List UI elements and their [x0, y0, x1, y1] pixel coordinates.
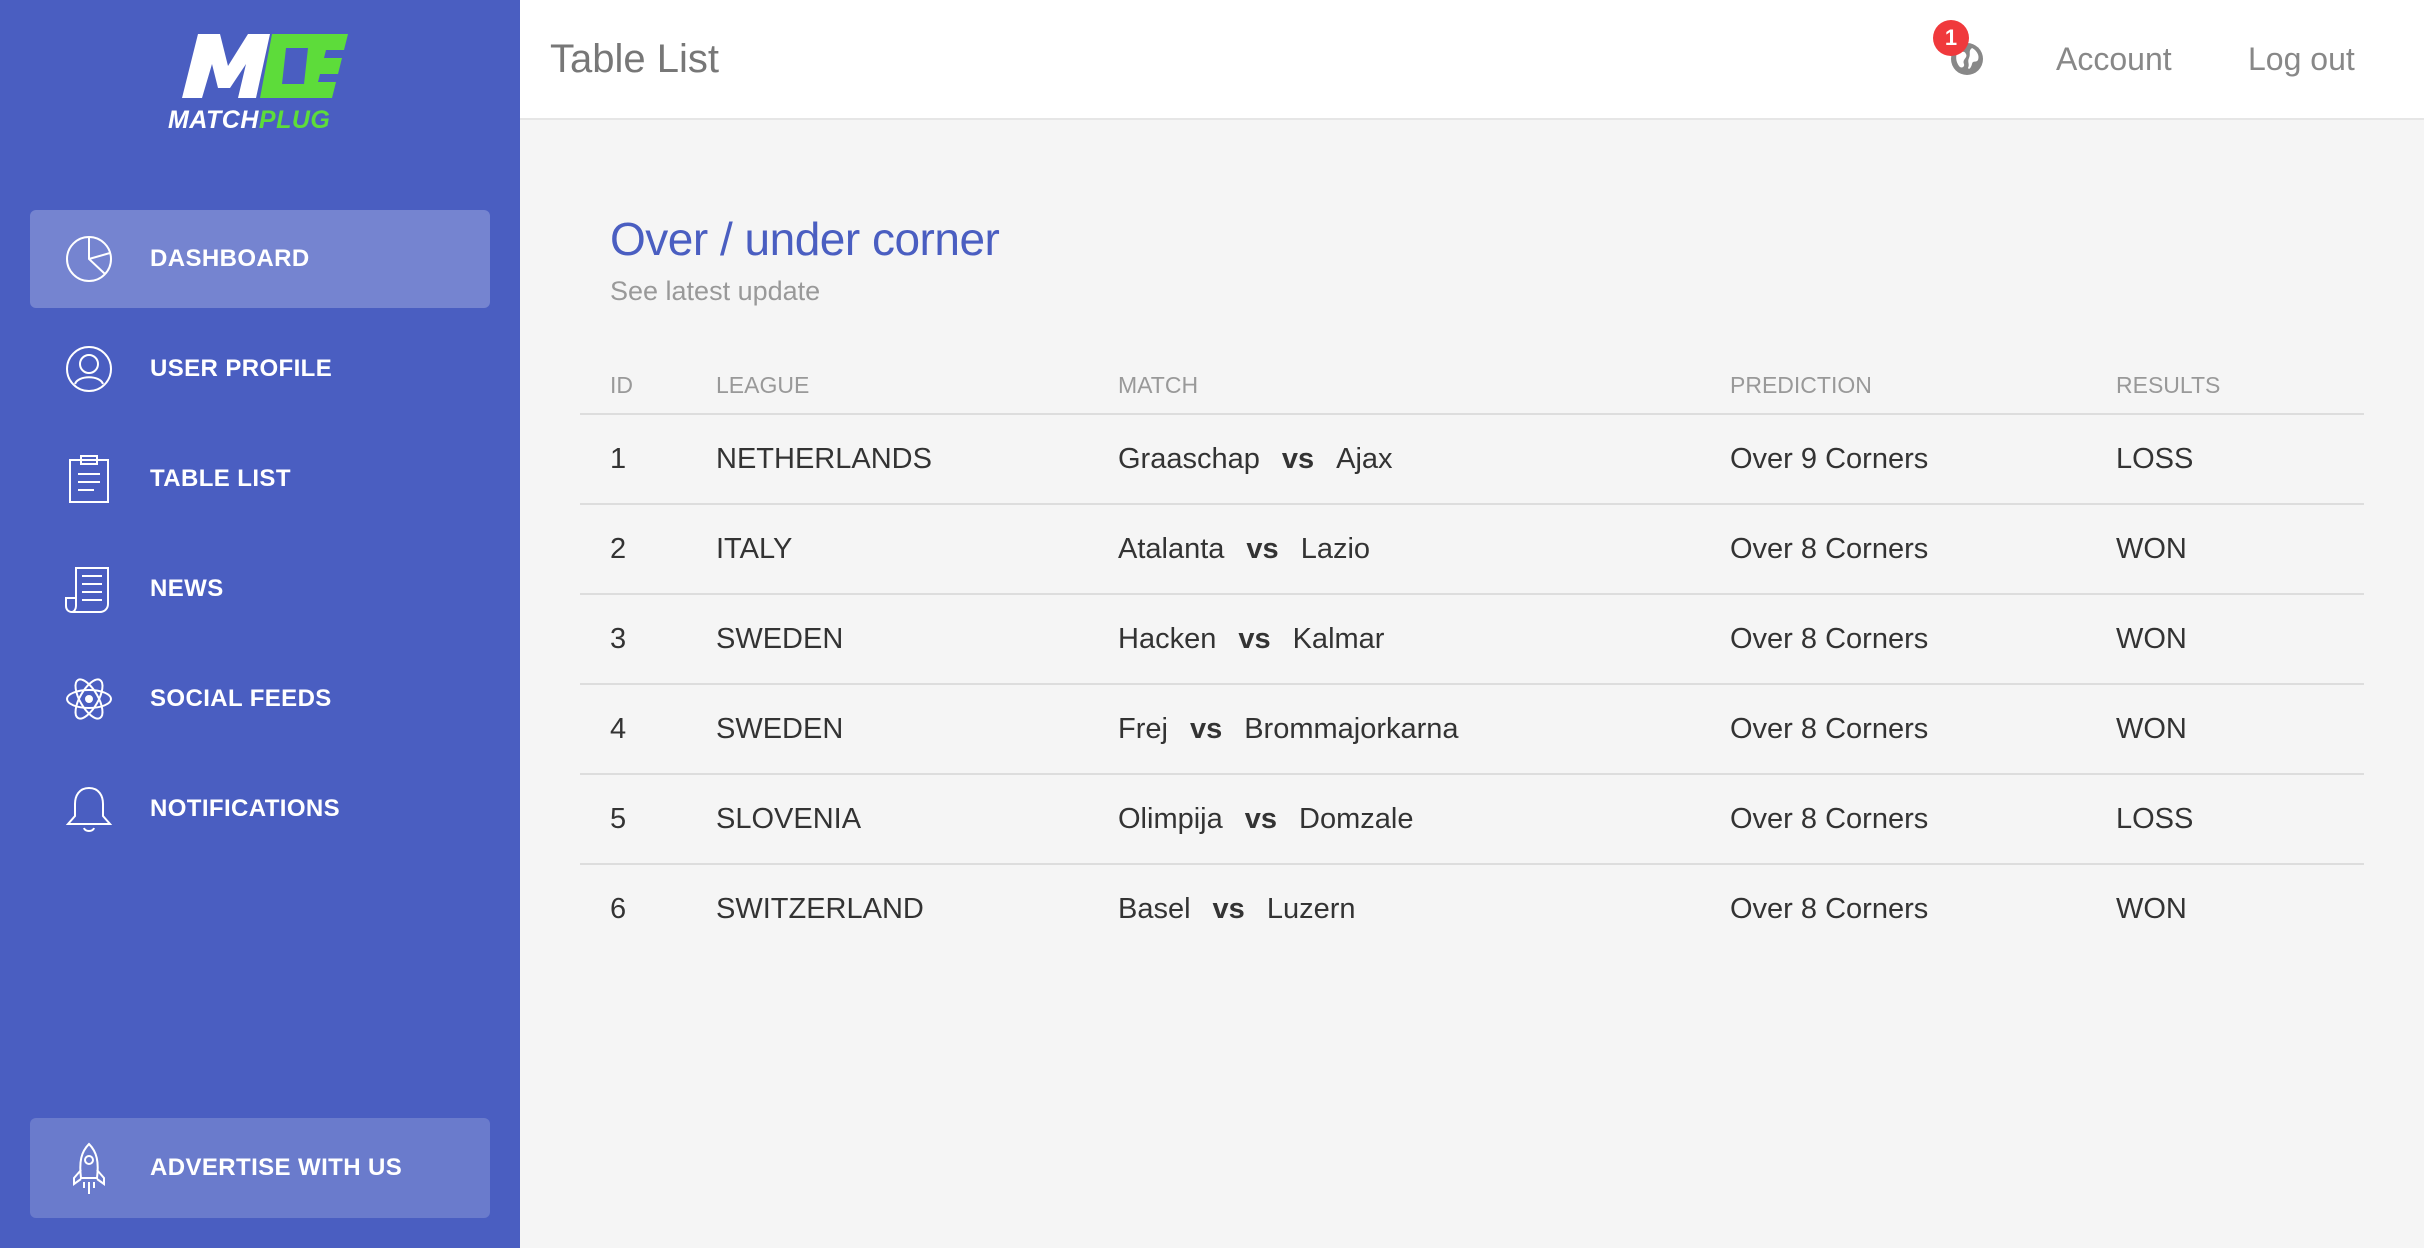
column-header-prediction: PREDICTION [1700, 358, 2086, 415]
table-row: 5 SLOVENIA Olimpija vs Domzale Over 8 Corn… [580, 774, 2364, 865]
cell-league: NETHERLANDS [686, 414, 1088, 505]
sidebar-item-label: DASHBOARD [150, 245, 310, 272]
cell-id: 1 [580, 414, 686, 505]
newspaper-icon [65, 567, 109, 613]
table-row: 1 NETHERLANDS Graaschap vs Ajax Over 9 Cor… [580, 414, 2364, 505]
notification-badge: 1 [1933, 20, 1969, 56]
cell-match: Hacken vs Kalmar [1088, 594, 1700, 685]
card-subtitle: See latest update [610, 276, 821, 306]
card-title: Over / under corner [610, 213, 1000, 265]
home-team: Hacken [1118, 622, 1217, 655]
away-team: Lazio [1300, 532, 1371, 565]
sidebar-item-label: TABLE LIST [150, 465, 291, 492]
column-header-match: MATCH [1088, 358, 1700, 415]
logout-link[interactable]: Log out [2248, 0, 2355, 118]
matchplug-logo[interactable]: MATCHPLUG [168, 26, 352, 136]
sidebar-item-label: NEWS [150, 575, 224, 602]
cell-result: LOSS [2086, 774, 2364, 865]
cell-prediction: Over 9 Corners [1700, 414, 2086, 505]
vs-label: vs [1281, 442, 1315, 475]
sidebar-item-notifications[interactable]: NOTIFICATIONS [30, 760, 490, 858]
column-header-id: ID [580, 358, 686, 415]
column-header-results: RESULTS [2086, 358, 2364, 415]
bell-icon [65, 786, 113, 832]
sidebar-item-table-list[interactable]: TABLE LIST [30, 430, 490, 528]
sidebar-item-user-profile[interactable]: USER PROFILE [30, 320, 490, 418]
rocket-icon [73, 1142, 105, 1194]
vs-label: vs [1189, 712, 1223, 745]
home-team: Atalanta [1118, 532, 1225, 565]
home-team: Basel [1118, 893, 1191, 925]
table-row: 3 SWEDEN Hacken vs Kalmar Over 8 Corners W… [580, 594, 2364, 685]
page-title: Table List [550, 37, 719, 81]
sidebar: MATCHPLUG DASHBOARD USER PROFILE TABLE L… [0, 0, 520, 1248]
away-team: Ajax [1336, 442, 1393, 475]
cell-prediction: Over 8 Corners [1700, 594, 2086, 685]
cell-match: Basel vs Luzern [1088, 864, 1700, 954]
table-row: 2 ITALY Atalanta vs Lazio Over 8 Corners W… [580, 504, 2364, 595]
cell-prediction: Over 8 Corners [1700, 684, 2086, 775]
top-navbar: Table List 1 Account Log out [520, 0, 2424, 120]
home-team: Frej [1118, 712, 1168, 745]
home-team: Graaschap [1118, 442, 1260, 475]
cell-prediction: Over 8 Corners [1700, 774, 2086, 865]
cell-league: ITALY [686, 504, 1088, 595]
pie-chart-icon [66, 236, 112, 282]
cell-id: 2 [580, 504, 686, 595]
cell-league: SLOVENIA [686, 774, 1088, 865]
column-header-league: LEAGUE [686, 358, 1088, 415]
away-team: Luzern [1266, 893, 1356, 925]
logo-word-plug: PLUG [258, 106, 331, 134]
advertise-button[interactable]: ADVERTISE WITH US [30, 1118, 490, 1218]
cell-id: 4 [580, 684, 686, 775]
cell-result: WON [2116, 893, 2187, 925]
logo-wordmark: MATCHPLUG [168, 106, 352, 135]
vs-label: vs [1212, 893, 1245, 925]
user-icon [66, 346, 112, 392]
account-link[interactable]: Account [2056, 0, 2172, 118]
advertise-label: ADVERTISE WITH US [150, 1154, 403, 1181]
away-team: Brommajorkarna [1244, 712, 1459, 745]
table-row: 4 SWEDEN Frej vs Brommajorkarna Over 8 Cor… [580, 684, 2364, 775]
away-team: Kalmar [1292, 622, 1385, 655]
table-row: 6 SWITZERLAND Basel vs Luzern Over 8 Corne… [580, 864, 2364, 954]
sidebar-item-news[interactable]: NEWS [30, 540, 490, 638]
logo-mark-icon [182, 34, 348, 98]
sidebar-item-dashboard[interactable]: DASHBOARD [30, 210, 490, 308]
cell-league: SWEDEN [686, 684, 1088, 775]
cell-match: Atalanta vs Lazio [1088, 504, 1700, 595]
atom-icon [66, 678, 112, 720]
cell-match: Graaschap vs Ajax [1088, 414, 1700, 505]
cell-result: LOSS [2086, 414, 2364, 505]
cell-id: 6 [610, 893, 627, 925]
sidebar-item-social-feeds[interactable]: SOCIAL FEEDS [30, 650, 490, 748]
cell-result: WON [2086, 594, 2364, 685]
cell-id: 3 [580, 594, 686, 685]
cell-result: WON [2086, 504, 2364, 595]
cell-match: Frej vs Brommajorkarna [1088, 684, 1700, 775]
cell-prediction: Over 8 Corners [1730, 893, 1929, 925]
cell-id: 5 [580, 774, 686, 865]
sidebar-item-label: NOTIFICATIONS [150, 795, 341, 822]
sidebar-item-label: SOCIAL FEEDS [150, 685, 332, 712]
logo-word-match: MATCH [168, 106, 259, 134]
sidebar-item-label: USER PROFILE [150, 355, 333, 382]
cell-prediction: Over 8 Corners [1700, 504, 2086, 595]
clipboard-icon [69, 455, 109, 503]
home-team: Olimpija [1118, 802, 1223, 835]
table-header-row: ID LEAGUE MATCH PREDICTION RESULTS [580, 358, 2364, 415]
cell-league: SWEDEN [686, 594, 1088, 685]
vs-label: vs [1244, 802, 1278, 835]
predictions-table: ID LEAGUE MATCH PREDICTION RESULTS 1 NET… [580, 358, 2364, 954]
cell-result: WON [2086, 684, 2364, 775]
sidebar-nav: DASHBOARD USER PROFILE TABLE LIST NEWS S… [30, 210, 490, 870]
vs-label: vs [1246, 532, 1279, 565]
cell-league: SWITZERLAND [716, 893, 924, 925]
vs-label: vs [1238, 622, 1271, 655]
cell-match: Olimpija vs Domzale [1088, 774, 1700, 865]
away-team: Domzale [1299, 802, 1414, 835]
